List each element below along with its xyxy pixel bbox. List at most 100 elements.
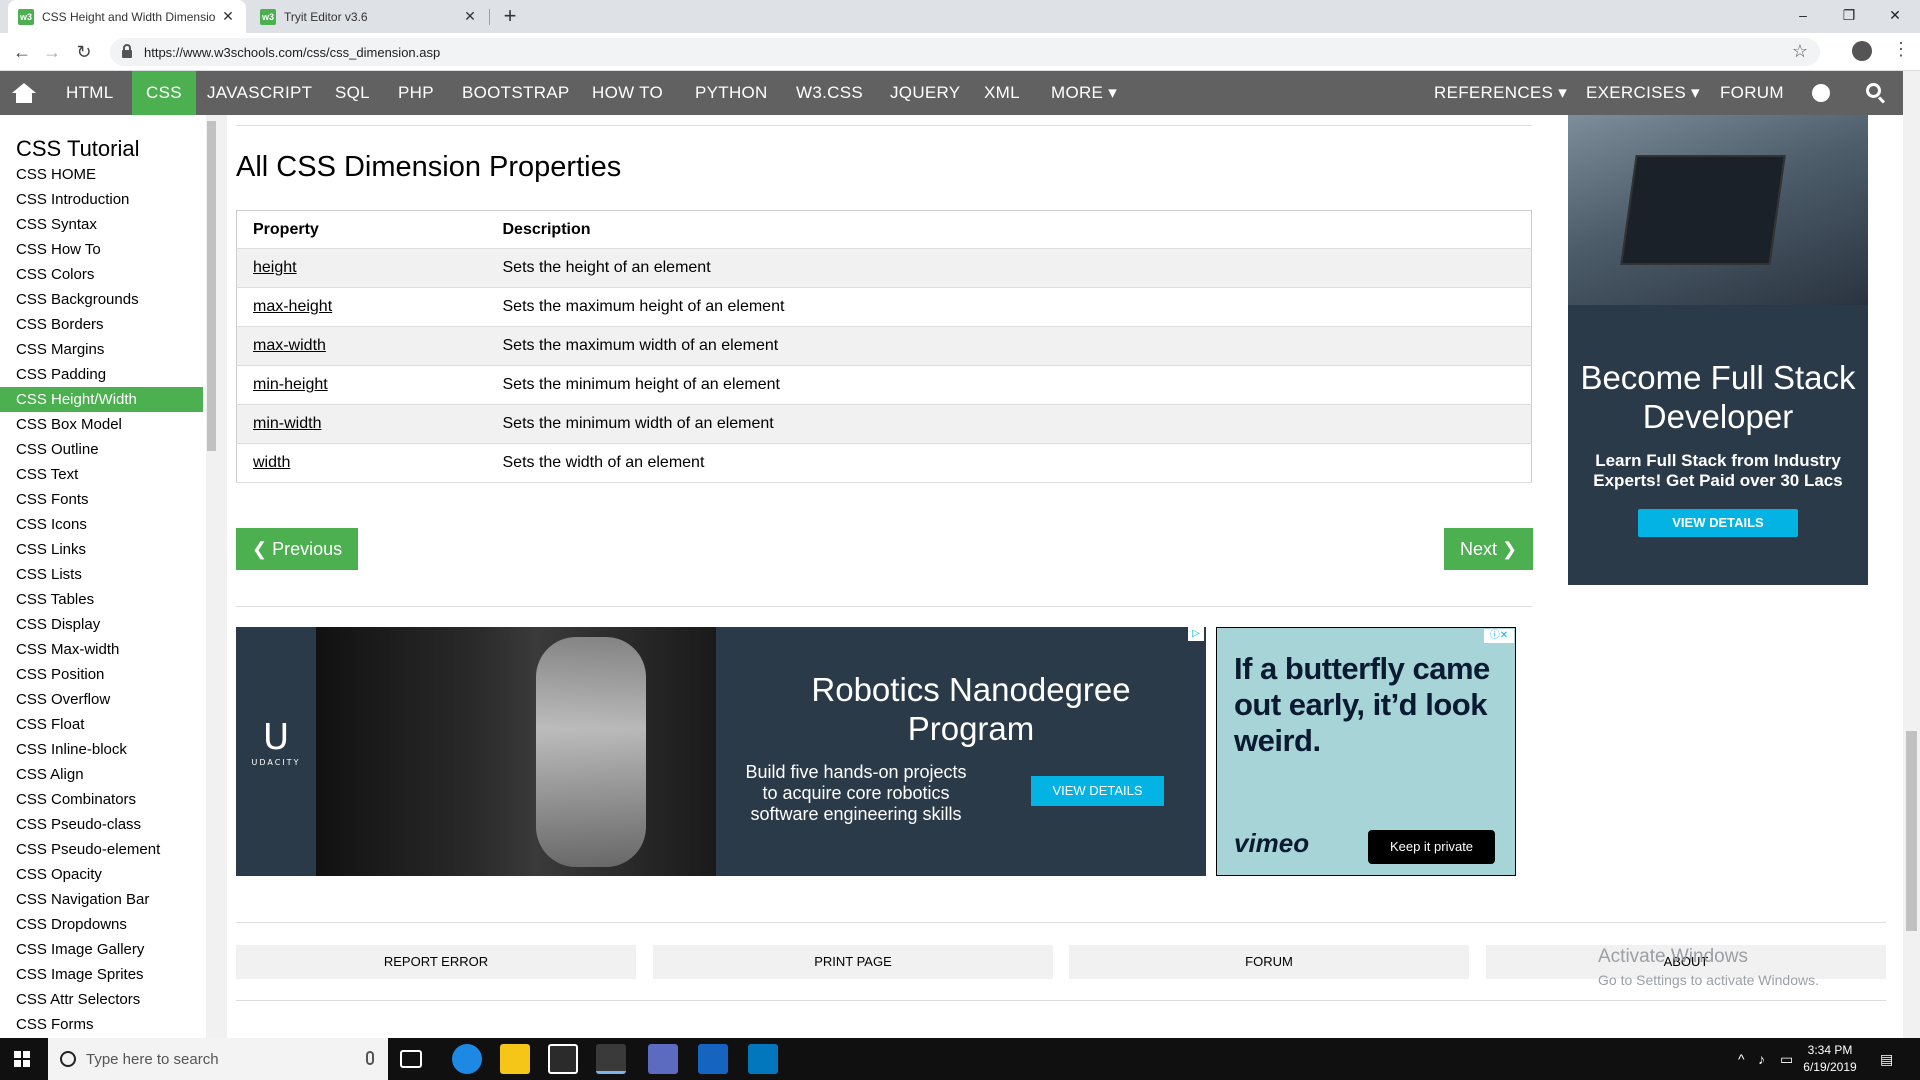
windows-start-icon[interactable]: [14, 1051, 30, 1067]
chrome-browser-icon[interactable]: [596, 1044, 626, 1074]
sidebar-item-css-lists[interactable]: CSS Lists: [0, 562, 203, 587]
maximize-button[interactable]: ❐: [1826, 0, 1872, 30]
sidebar-item-css-pseudo-element[interactable]: CSS Pseudo-element: [0, 837, 203, 862]
sidebar-item-css-padding[interactable]: CSS Padding: [0, 362, 203, 387]
volume-icon[interactable]: ♪: [1758, 1038, 1765, 1080]
previous-button[interactable]: ❮ Previous: [236, 528, 359, 570]
topnav-javascript[interactable]: JAVASCRIPT: [193, 71, 326, 115]
page-scroll-thumb[interactable]: [1906, 731, 1917, 931]
tab-tryit-editor[interactable]: w3 Tryit Editor v3.6 ✕: [250, 0, 488, 33]
property-link-max-height[interactable]: max-height: [253, 298, 332, 315]
notifications-icon[interactable]: ▤: [1880, 1038, 1893, 1080]
new-tab-button[interactable]: +: [498, 4, 522, 28]
back-arrow-icon[interactable]: ←: [10, 40, 34, 64]
task-view-icon[interactable]: [400, 1050, 422, 1068]
topnav-python[interactable]: PYTHON: [681, 71, 782, 115]
adchoices-close-icon[interactable]: ⓘ✕: [1484, 629, 1514, 643]
taskbar-search-box[interactable]: Type here to search: [48, 1038, 388, 1080]
topnav-css[interactable]: CSS: [132, 71, 196, 115]
ad-vimeo[interactable]: If a butterfly came out early, it’d look…: [1216, 627, 1516, 876]
sidebar-scroll-thumb[interactable]: [207, 121, 216, 451]
sidebar-item-css-height-width[interactable]: CSS Height/Width: [0, 387, 203, 412]
sidebar-item-css-forms[interactable]: CSS Forms: [0, 1012, 203, 1037]
sidebar-scrollbar[interactable]: [206, 115, 217, 1038]
close-window-button[interactable]: ✕: [1872, 0, 1918, 30]
sidebar-item-css-image-sprites[interactable]: CSS Image Sprites: [0, 962, 203, 987]
topnav-more[interactable]: MORE ▾: [1037, 71, 1131, 115]
topnav-exercises[interactable]: EXERCISES ▾: [1572, 71, 1714, 115]
topnav-php[interactable]: PHP: [384, 71, 448, 115]
sidebar-item-css-pseudo-class[interactable]: CSS Pseudo-class: [0, 812, 203, 837]
sidebar-item-css-box-model[interactable]: CSS Box Model: [0, 412, 203, 437]
sidebar-item-css-outline[interactable]: CSS Outline: [0, 437, 203, 462]
topnav-howto[interactable]: HOW TO: [578, 71, 677, 115]
search-icon[interactable]: [1866, 83, 1886, 104]
sidebar-item-css-fonts[interactable]: CSS Fonts: [0, 487, 203, 512]
ad-view-details-button[interactable]: VIEW DETAILS: [1638, 509, 1798, 537]
address-bar[interactable]: https://www.w3schools.com/css/css_dimens…: [110, 38, 1820, 66]
sidebar-item-css-display[interactable]: CSS Display: [0, 612, 203, 637]
profile-avatar-icon[interactable]: [1852, 41, 1872, 61]
close-tab-icon[interactable]: ✕: [220, 8, 236, 25]
edge-browser-icon[interactable]: [452, 1044, 482, 1074]
sidebar-item-css-how-to[interactable]: CSS How To: [0, 237, 203, 262]
eclipse-icon[interactable]: [648, 1044, 678, 1074]
sidebar-item-css-text[interactable]: CSS Text: [0, 462, 203, 487]
property-link-max-width[interactable]: max-width: [253, 337, 326, 354]
tab-css-dimension[interactable]: w3 CSS Height and Width Dimensio ✕: [8, 0, 246, 33]
sidebar-item-css-position[interactable]: CSS Position: [0, 662, 203, 687]
sidebar-item-css-max-width[interactable]: CSS Max-width: [0, 637, 203, 662]
sidebar-item-css-links[interactable]: CSS Links: [0, 537, 203, 562]
ad-keep-private-button[interactable]: Keep it private: [1368, 830, 1495, 864]
microphone-icon[interactable]: [366, 1051, 374, 1065]
property-link-height[interactable]: height: [253, 259, 297, 276]
bookmark-star-icon[interactable]: ☆: [1792, 41, 1808, 62]
sidebar-item-css-image-gallery[interactable]: CSS Image Gallery: [0, 937, 203, 962]
page-scrollbar[interactable]: [1903, 71, 1920, 1038]
close-tab-icon[interactable]: ✕: [462, 8, 478, 25]
tray-chevron-up-icon[interactable]: ^: [1738, 1038, 1745, 1080]
sidebar-item-css-inline-block[interactable]: CSS Inline-block: [0, 737, 203, 762]
sidebar-item-css-attr-selectors[interactable]: CSS Attr Selectors: [0, 987, 203, 1012]
sidebar-item-css-margins[interactable]: CSS Margins: [0, 337, 203, 362]
ad-fullstack-developer[interactable]: Become Full Stack Developer Learn Full S…: [1568, 115, 1868, 585]
minimize-button[interactable]: –: [1780, 0, 1826, 30]
sidebar-item-css-home[interactable]: CSS HOME: [0, 162, 203, 187]
topnav-forum[interactable]: FORUM: [1706, 71, 1798, 115]
topnav-xml[interactable]: XML: [970, 71, 1034, 115]
network-icon[interactable]: ▭: [1780, 1038, 1793, 1080]
sidebar-item-css-align[interactable]: CSS Align: [0, 762, 203, 787]
ad-robotics-nanodegree[interactable]: U UDACITY Robotics Nanodegree Program Bui…: [236, 627, 1206, 876]
sidebar-item-css-combinators[interactable]: CSS Combinators: [0, 787, 203, 812]
footer-forum-button[interactable]: FORUM: [1069, 945, 1469, 979]
forward-arrow-icon[interactable]: →: [40, 40, 64, 64]
sidebar-item-css-tables[interactable]: CSS Tables: [0, 587, 203, 612]
sidebar-item-css-icons[interactable]: CSS Icons: [0, 512, 203, 537]
next-button[interactable]: Next ❯: [1444, 528, 1534, 570]
sidebar-item-css-backgrounds[interactable]: CSS Backgrounds: [0, 287, 203, 312]
sidebar-item-css-borders[interactable]: CSS Borders: [0, 312, 203, 337]
browser-menu-icon[interactable]: ⋮: [1892, 39, 1910, 60]
home-icon[interactable]: [12, 83, 36, 103]
report-error-button[interactable]: REPORT ERROR: [236, 945, 636, 979]
notepad-icon[interactable]: [698, 1044, 728, 1074]
sidebar-item-css-colors[interactable]: CSS Colors: [0, 262, 203, 287]
vscode-icon[interactable]: [748, 1044, 778, 1074]
globe-icon[interactable]: [1812, 84, 1830, 102]
topnav-html[interactable]: HTML: [52, 71, 127, 115]
reload-icon[interactable]: ↻: [72, 40, 96, 64]
ad-view-details-button[interactable]: VIEW DETAILS: [1031, 776, 1164, 806]
sidebar-item-css-float[interactable]: CSS Float: [0, 712, 203, 737]
taskbar-clock[interactable]: 3:34 PM 6/19/2019: [1800, 1042, 1860, 1076]
topnav-sql[interactable]: SQL: [321, 71, 384, 115]
sidebar-item-css-dropdowns[interactable]: CSS Dropdowns: [0, 912, 203, 937]
sidebar-item-css-opacity[interactable]: CSS Opacity: [0, 862, 203, 887]
print-page-button[interactable]: PRINT PAGE: [653, 945, 1053, 979]
file-explorer-icon[interactable]: [500, 1044, 530, 1074]
adchoices-icon[interactable]: ▷: [1188, 627, 1204, 641]
topnav-jquery[interactable]: JQUERY: [876, 71, 974, 115]
store-icon[interactable]: [548, 1044, 578, 1074]
topnav-references[interactable]: REFERENCES ▾: [1420, 71, 1581, 115]
property-link-min-width[interactable]: min-width: [253, 415, 321, 432]
sidebar-item-css-syntax[interactable]: CSS Syntax: [0, 212, 203, 237]
